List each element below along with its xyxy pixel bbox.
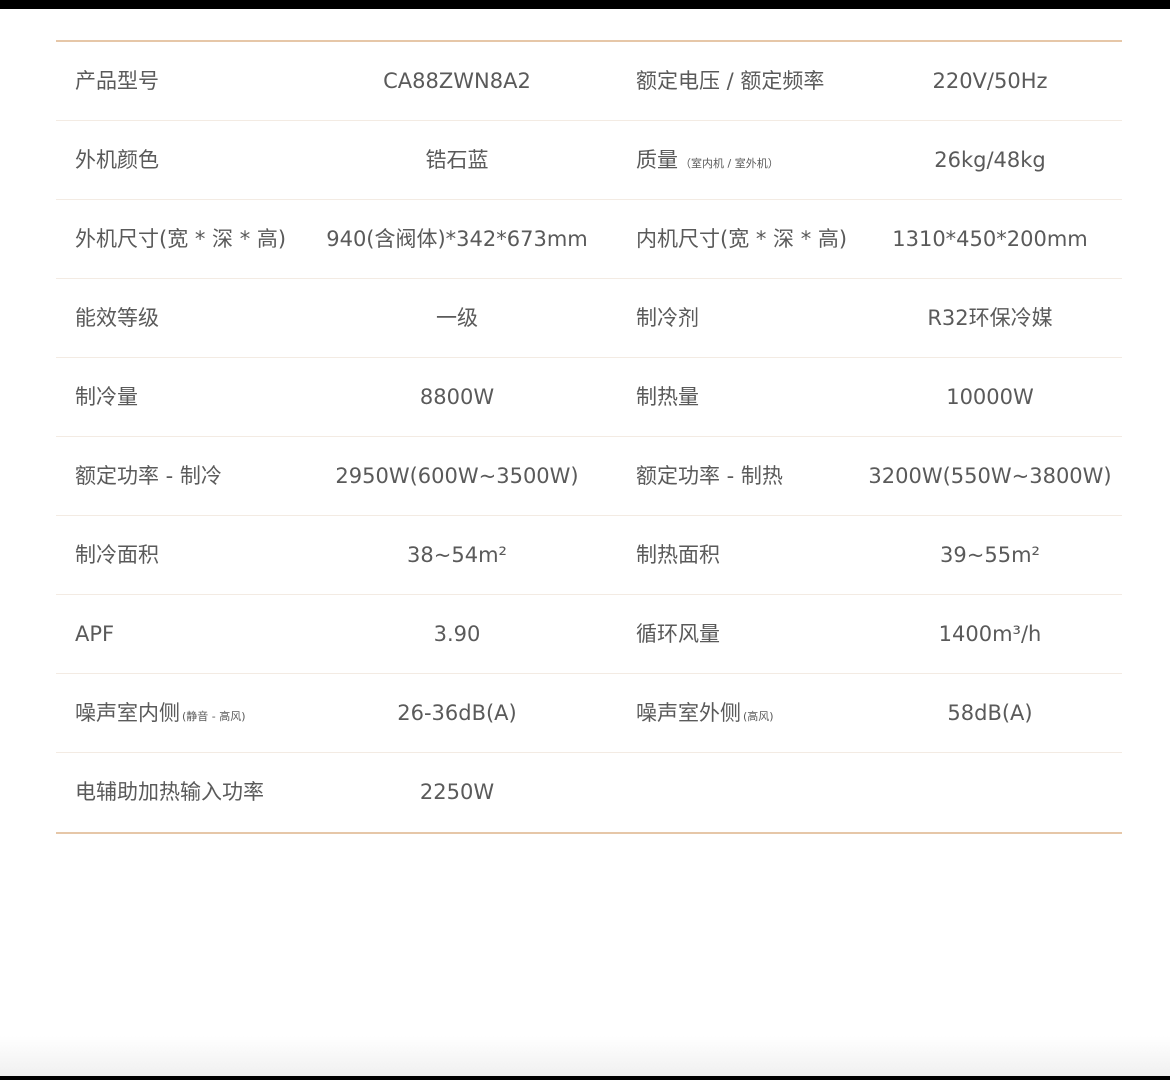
spec-value: 26-36dB(A): [397, 700, 517, 725]
spec-label: 能效等级: [75, 305, 159, 330]
spec-label-note: （室内机 / 室外机）: [680, 156, 779, 170]
spec-row: 电辅助加热输入功率 2250W: [56, 753, 1122, 832]
spec-label-note: (静音 - 高风): [182, 709, 246, 723]
spec-row: 能效等级 一级 制冷剂 R32环保冷媒: [56, 279, 1122, 358]
spec-label: 循环风量: [636, 621, 720, 646]
spec-label-wrap: 噪声室内侧 (静音 - 高风): [56, 700, 306, 725]
spec-row: 制冷量 8800W 制热量 10000W: [56, 358, 1122, 437]
spec-label: 质量: [636, 147, 678, 172]
spec-value: 39~55m²: [940, 542, 1040, 567]
spec-label: 制热量: [636, 384, 699, 409]
spec-label: 额定功率 - 制热: [636, 463, 783, 488]
spec-label-wrap: 质量 （室内机 / 室外机）: [608, 147, 858, 172]
spec-label-wrap: 噪声室外侧 (高风): [608, 700, 858, 725]
spec-value: 10000W: [946, 384, 1034, 409]
spec-row: 产品型号 CA88ZWN8A2 额定电压 / 额定频率 220V/50Hz: [56, 42, 1122, 121]
spec-row: 外机颜色 锆石蓝 质量 （室内机 / 室外机） 26kg/48kg: [56, 121, 1122, 200]
spec-label: APF: [75, 621, 115, 646]
top-bar: [0, 0, 1170, 9]
spec-value: 1400m³/h: [938, 621, 1042, 646]
spec-row: 外机尺寸(宽 * 深 * 高) 940(含阀体)*342*673mm 内机尺寸(…: [56, 200, 1122, 279]
spec-label: 噪声室内侧: [75, 700, 180, 725]
bottom-bar: [0, 1076, 1170, 1080]
spec-label: 制冷量: [75, 384, 138, 409]
spec-row: 制冷面积 38~54m² 制热面积 39~55m²: [56, 516, 1122, 595]
spec-label: 噪声室外侧: [636, 700, 741, 725]
spec-label: 外机尺寸(宽 * 深 * 高): [75, 226, 287, 251]
spec-label: 内机尺寸(宽 * 深 * 高): [636, 226, 848, 251]
spec-label: 外机颜色: [75, 147, 159, 172]
bottom-fade: [0, 1036, 1170, 1076]
spec-table: 产品型号 CA88ZWN8A2 额定电压 / 额定频率 220V/50Hz 外机…: [56, 40, 1122, 834]
spec-value: 3.90: [433, 621, 481, 646]
spec-row: 噪声室内侧 (静音 - 高风) 26-36dB(A) 噪声室外侧 (高风) 58dB…: [56, 674, 1122, 753]
spec-row: 额定功率 - 制冷 2950W(600W~3500W) 额定功率 - 制热 32…: [56, 437, 1122, 516]
spec-value: 锆石蓝: [425, 147, 489, 172]
spec-value: 220V/50Hz: [932, 68, 1048, 93]
spec-value: 38~54m²: [407, 542, 507, 567]
spec-value: 2250W: [419, 780, 495, 804]
spec-value: 3200W(550W~3800W): [868, 463, 1112, 488]
spec-label: 制热面积: [636, 542, 720, 567]
spec-row: APF 3.90 循环风量 1400m³/h: [56, 595, 1122, 674]
spec-value: R32环保冷媒: [927, 305, 1053, 330]
spec-value: 1310*450*200mm: [892, 226, 1088, 251]
spec-value: 8800W: [419, 384, 495, 409]
spec-label: 制冷剂: [636, 305, 699, 330]
spec-value: 2950W(600W~3500W): [335, 463, 579, 488]
spec-label: 制冷面积: [75, 542, 159, 567]
spec-value: 58dB(A): [947, 700, 1033, 725]
spec-value: CA88ZWN8A2: [383, 68, 531, 93]
spec-label-note: (高风): [743, 709, 774, 723]
spec-label: 产品型号: [75, 68, 159, 93]
spec-value: 一级: [436, 305, 478, 330]
spec-label: 额定功率 - 制冷: [75, 463, 222, 488]
spec-value: 26kg/48kg: [934, 147, 1046, 172]
spec-label: 额定电压 / 额定频率: [636, 68, 825, 93]
spec-label: 电辅助加热输入功率: [75, 780, 264, 804]
spec-value: 940(含阀体)*342*673mm: [326, 226, 588, 251]
